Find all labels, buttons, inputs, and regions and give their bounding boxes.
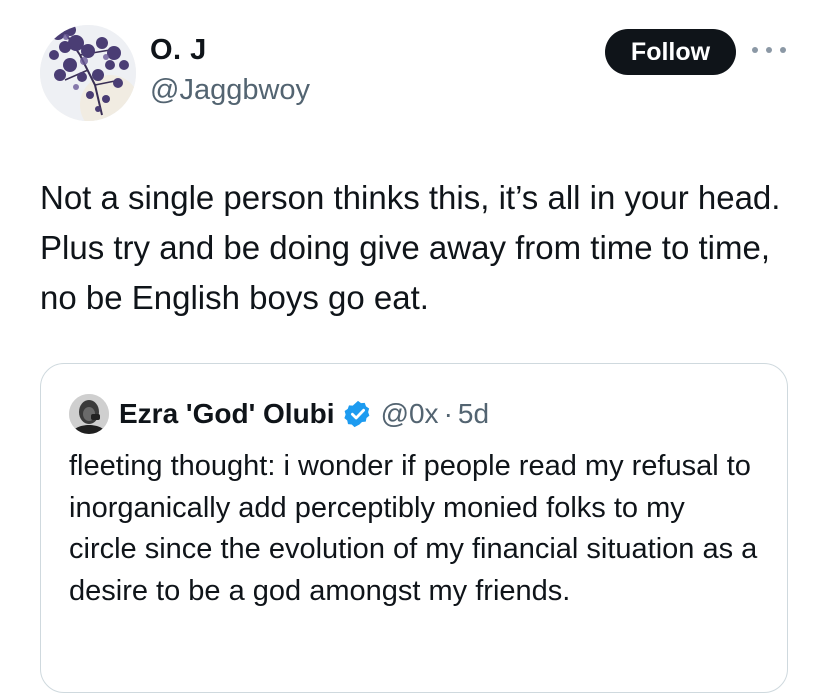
quote-author-avatar[interactable]: [69, 394, 109, 434]
author-handle[interactable]: @Jaggbwoy: [150, 74, 310, 107]
quoted-tweet-card[interactable]: Ezra 'God' Olubi @0x · 5d fleeting thoug…: [40, 363, 788, 693]
quote-text: fleeting thought: i wonder if people rea…: [69, 450, 758, 607]
quote-author-name[interactable]: Ezra 'God' Olubi: [119, 398, 335, 430]
quote-timestamp[interactable]: 5d: [458, 398, 489, 430]
author-avatar[interactable]: [40, 25, 136, 121]
avatar-image: [40, 25, 136, 121]
quote-avatar-image: [69, 394, 109, 434]
quote-separator: ·: [443, 398, 453, 429]
follow-button[interactable]: Follow: [605, 29, 736, 75]
author-name[interactable]: O. J: [150, 34, 207, 67]
verified-badge-icon: [343, 400, 369, 428]
quote-header: Ezra 'God' Olubi @0x · 5d: [119, 394, 489, 434]
quote-author-handle[interactable]: @0x: [381, 398, 439, 430]
more-horizontal-icon[interactable]: [752, 40, 786, 60]
tweet-text: Not a single person thinks this, it’s al…: [40, 179, 781, 316]
